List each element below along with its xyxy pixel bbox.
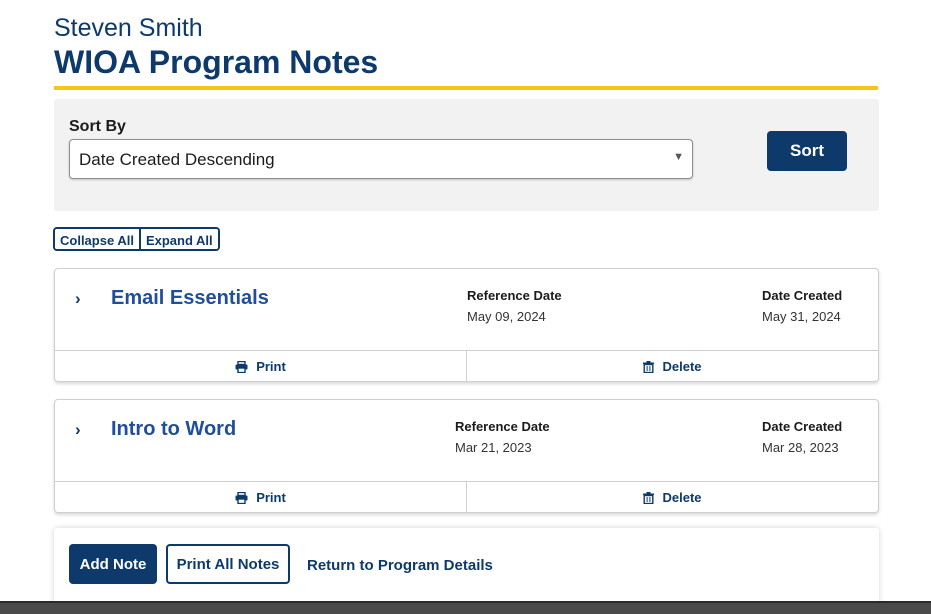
return-to-program-details-link[interactable]: Return to Program Details [307,557,493,574]
collapse-all-button[interactable]: Collapse All [55,229,139,249]
date-created-label: Date Created [762,419,843,434]
note-card: › Intro to Word Reference Date Mar 21, 2… [54,399,879,513]
title-underline [54,86,878,90]
sort-label: Sort By [69,118,126,135]
chevron-right-icon[interactable]: › [75,420,81,440]
printer-icon [235,491,248,504]
trash-icon [643,491,655,504]
sort-panel: Sort By Date Created Descending ▼ Sort [54,99,879,211]
date-created-value: Mar 28, 2023 [762,440,839,455]
delete-button[interactable]: Delete [466,351,878,382]
add-note-button[interactable]: Add Note [69,544,157,584]
caret-down-icon: ▼ [673,151,684,163]
delete-label: Delete [662,359,702,374]
sort-button[interactable]: Sort [767,131,847,171]
reference-date-label: Reference Date [467,288,562,303]
delete-label: Delete [662,490,702,505]
print-all-notes-button[interactable]: Print All Notes [166,544,290,584]
note-card: › Email Essentials Reference Date May 09… [54,268,879,382]
bottom-scrollbar [0,601,931,614]
sort-select-value: Date Created Descending [79,150,275,169]
chevron-right-icon[interactable]: › [75,289,81,309]
reference-date-value: May 09, 2024 [467,309,546,324]
note-title[interactable]: Email Essentials [111,287,269,310]
print-label: Print [256,490,286,505]
footer-actions-panel: Add Note Print All Notes Return to Progr… [54,528,879,608]
user-name: Steven Smith [54,14,203,42]
note-actions: Print Delete [55,481,878,513]
sort-select[interactable]: Date Created Descending ▼ [69,139,693,179]
note-actions: Print Delete [55,350,878,382]
date-created-label: Date Created [762,288,843,303]
expand-all-button[interactable]: Expand All [138,229,218,249]
date-created-value: May 31, 2024 [762,309,841,324]
print-label: Print [256,359,286,374]
trash-icon [643,360,655,373]
delete-button[interactable]: Delete [466,482,878,513]
print-button[interactable]: Print [55,351,466,382]
reference-date-label: Reference Date [455,419,550,434]
printer-icon [235,360,248,373]
reference-date-value: Mar 21, 2023 [455,440,532,455]
print-button[interactable]: Print [55,482,466,513]
note-title[interactable]: Intro to Word [111,418,236,441]
expand-collapse-toggle: Collapse All Expand All [53,227,220,251]
page-title: WIOA Program Notes [54,44,379,80]
